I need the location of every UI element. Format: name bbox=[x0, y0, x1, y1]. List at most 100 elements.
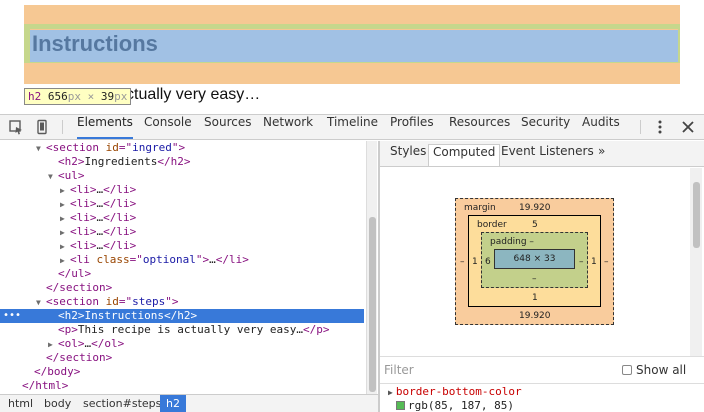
tooltip-width: 656 bbox=[47, 90, 68, 103]
dom-node[interactable]: </section> bbox=[0, 351, 364, 365]
expand-arrow-icon[interactable]: ▶ bbox=[60, 226, 70, 240]
more-tabs-icon[interactable]: » bbox=[594, 144, 609, 166]
tag-token: </li> bbox=[103, 183, 137, 196]
dom-node[interactable]: </ul> bbox=[0, 267, 364, 281]
close-icon[interactable] bbox=[680, 119, 696, 135]
breadcrumb-body[interactable]: body bbox=[38, 395, 77, 412]
tag-token: </h2> bbox=[157, 155, 191, 168]
device-mode-icon[interactable] bbox=[34, 119, 50, 135]
border-right-value[interactable]: 1 bbox=[591, 257, 597, 267]
expand-arrow-icon[interactable]: ▶ bbox=[60, 212, 70, 226]
devtools-toolbar: Elements Console Sources Network Timelin… bbox=[0, 114, 704, 140]
dom-node[interactable]: ▶ <li>…</li> bbox=[0, 211, 364, 225]
text-token: Instructions bbox=[84, 309, 164, 322]
tab-security[interactable]: Security bbox=[521, 115, 570, 139]
computed-property[interactable]: ▶ border-bottom-color bbox=[388, 385, 522, 398]
border-left-value[interactable]: 1 bbox=[472, 257, 478, 267]
preview-heading: Instructions bbox=[32, 31, 158, 56]
sidebar-scrollbar[interactable] bbox=[690, 168, 702, 356]
dom-node[interactable]: </html> bbox=[0, 379, 364, 393]
attr-name-token: id bbox=[105, 141, 119, 154]
tag-token: </h2> bbox=[163, 309, 198, 322]
dom-node[interactable]: ▶ <li>…</li> bbox=[0, 197, 364, 211]
node-actions-icon[interactable]: ••• bbox=[3, 309, 21, 323]
filter-input[interactable]: Filter bbox=[384, 363, 414, 377]
page-preview: Instructions ctually very easy… h2 656px… bbox=[0, 0, 704, 114]
collapse-arrow-icon[interactable]: ▼ bbox=[48, 170, 58, 184]
breadcrumb-h2[interactable]: h2 bbox=[160, 395, 186, 412]
margin-left-value[interactable]: – bbox=[460, 257, 465, 267]
dom-node[interactable]: </section> bbox=[0, 281, 364, 295]
tab-resources[interactable]: Resources bbox=[449, 115, 510, 139]
tooltip-tag: h2 bbox=[28, 90, 42, 103]
margin-top-value[interactable]: 19.920 bbox=[519, 203, 551, 213]
padding-left-value[interactable]: 6 bbox=[485, 257, 491, 267]
padding-bottom-value[interactable]: – bbox=[532, 274, 537, 284]
tag-token: </ol> bbox=[91, 337, 125, 350]
padding-label: padding – bbox=[490, 237, 534, 247]
tab-profiles[interactable]: Profiles bbox=[390, 115, 434, 139]
dom-node[interactable]: ▼ <section id="steps"> bbox=[0, 295, 364, 309]
padding-right-value[interactable]: – bbox=[579, 257, 584, 267]
show-all-toggle[interactable]: Show all bbox=[622, 363, 686, 377]
inspect-icon[interactable] bbox=[8, 119, 24, 135]
filter-bar: Filter Show all bbox=[380, 356, 704, 384]
border-label: border bbox=[477, 220, 507, 230]
expand-arrow-icon[interactable]: ▶ bbox=[48, 338, 58, 352]
expand-arrow-icon[interactable]: ▶ bbox=[60, 198, 70, 212]
dom-node[interactable]: <p>This recipe is actually very easy…</p… bbox=[0, 323, 364, 337]
tab-elements[interactable]: Elements bbox=[77, 115, 133, 139]
tag-token: </p> bbox=[303, 323, 330, 336]
tab-styles[interactable]: Styles bbox=[386, 144, 430, 166]
border-top-value[interactable]: 5 bbox=[532, 220, 538, 230]
sidebar-scroll-thumb[interactable] bbox=[693, 182, 700, 248]
expand-arrow-icon[interactable]: ▶ bbox=[60, 254, 70, 268]
elements-scrollbar[interactable] bbox=[366, 141, 377, 394]
tab-timeline[interactable]: Timeline bbox=[327, 115, 378, 139]
tag-token: <h2> bbox=[58, 309, 85, 322]
tab-audits[interactable]: Audits bbox=[582, 115, 620, 139]
elements-scroll-thumb[interactable] bbox=[369, 217, 376, 392]
expand-arrow-icon[interactable]: ▶ bbox=[60, 184, 70, 198]
dom-node[interactable]: ▶ <li class="optional">…</li> bbox=[0, 253, 364, 267]
sidebar-tabs: Styles Computed Event Listeners » bbox=[380, 141, 704, 167]
dom-node[interactable]: <h2>Ingredients</h2> bbox=[0, 155, 364, 169]
tag-token: <li bbox=[70, 253, 97, 266]
attr-value-token: optional bbox=[142, 253, 196, 266]
breadcrumb-html[interactable]: html bbox=[2, 395, 39, 412]
breadcrumb-section-steps[interactable]: section#steps bbox=[77, 395, 167, 412]
collapse-arrow-icon[interactable]: ▼ bbox=[36, 296, 46, 310]
dom-node[interactable]: ▼ <ul> bbox=[0, 169, 364, 183]
box-model-content[interactable]: 648 × 33 bbox=[494, 249, 575, 269]
dom-node-selected[interactable]: ••• <h2>Instructions</h2> bbox=[0, 309, 364, 323]
dom-node[interactable]: ▼ <section id="ingred"> bbox=[0, 141, 364, 155]
collapse-arrow-icon[interactable]: ▼ bbox=[36, 142, 46, 156]
tag-token: "> bbox=[195, 253, 210, 266]
tag-token: <ol> bbox=[58, 337, 85, 350]
margin-right-value[interactable]: – bbox=[604, 257, 609, 267]
tab-event-listeners[interactable]: Event Listeners bbox=[497, 144, 598, 166]
dom-node[interactable]: </body> bbox=[0, 365, 364, 379]
tag-token: =" bbox=[118, 295, 133, 308]
tab-console[interactable]: Console bbox=[144, 115, 192, 139]
tag-token: </ul> bbox=[58, 267, 92, 280]
expand-arrow-icon[interactable]: ▶ bbox=[60, 240, 70, 254]
dom-node[interactable]: ▶ <ol>…</ol> bbox=[0, 337, 364, 351]
dom-node[interactable]: ▶ <li>…</li> bbox=[0, 239, 364, 253]
tag-token: <section bbox=[46, 295, 106, 308]
show-all-checkbox[interactable] bbox=[622, 365, 632, 375]
margin-bottom-value[interactable]: 19.920 bbox=[519, 311, 551, 321]
tab-network[interactable]: Network bbox=[263, 115, 313, 139]
expand-arrow-icon[interactable]: ▶ bbox=[388, 388, 393, 397]
border-bottom-value[interactable]: 1 bbox=[532, 293, 538, 303]
more-vert-icon[interactable] bbox=[652, 119, 668, 135]
dom-node[interactable]: ▶ <li>…</li> bbox=[0, 183, 364, 197]
tab-computed[interactable]: Computed bbox=[428, 144, 501, 166]
text-token: … bbox=[209, 253, 216, 266]
color-swatch[interactable] bbox=[396, 401, 405, 410]
tab-sources[interactable]: Sources bbox=[204, 115, 251, 139]
elements-tree[interactable]: ▼ <section id="ingred"> <h2>Ingredients</h… bbox=[0, 141, 366, 394]
dom-node[interactable]: ▶ <li>…</li> bbox=[0, 225, 364, 239]
toolbar-separator bbox=[62, 120, 63, 134]
attr-name-token: id bbox=[105, 295, 119, 308]
